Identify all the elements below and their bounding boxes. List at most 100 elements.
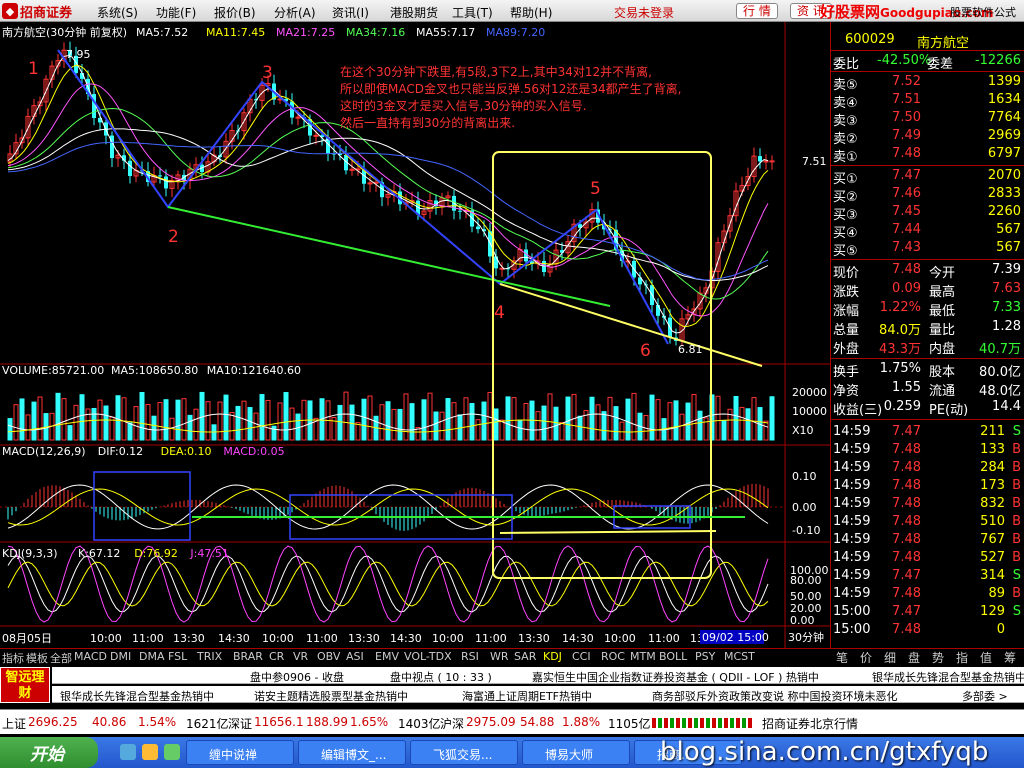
menu-hk-futures[interactable]: 港股期货 (390, 4, 438, 21)
tab-rsi[interactable]: RSI (461, 650, 479, 663)
side-tab-0[interactable]: 笔 (836, 649, 848, 666)
side-tab-1[interactable]: 价 (860, 649, 872, 666)
volume-bar (31, 401, 37, 441)
menu-system[interactable]: 系统(S) (97, 4, 138, 21)
tab-trix[interactable]: TRIX (197, 650, 222, 663)
news-ticker-2[interactable]: 银华成长先锋混合型基金热销中 诺安主题精选股票型基金热销中 海富通上证周期ETF热销… (52, 686, 1024, 703)
tab-mcst[interactable]: MCST (724, 650, 755, 663)
ad-box[interactable]: 智远理财 (0, 667, 50, 703)
macd-yellow-line (499, 530, 717, 534)
tab-全部[interactable]: 全部 (50, 650, 72, 666)
tab-dma[interactable]: DMA (139, 650, 165, 663)
tab-macd[interactable]: MACD (74, 650, 107, 663)
sell-price: 7.50 (892, 110, 921, 125)
tab-cci[interactable]: CCI (572, 650, 591, 663)
menu-help[interactable]: 帮助(H) (510, 4, 552, 21)
tab-cr[interactable]: CR (269, 650, 284, 663)
sell-label: 卖③ (833, 114, 858, 129)
task-2[interactable]: 编辑博文_... (298, 740, 406, 765)
side-tab-7[interactable]: 筹 (1004, 649, 1016, 666)
vol-header-0: VOLUME:85721.00 (2, 364, 104, 377)
tab-asi[interactable]: ASI (346, 650, 364, 663)
volume-bar (751, 397, 757, 441)
ticker-item[interactable]: 盘中参0906 - 收盘 (250, 669, 344, 683)
tab-vr[interactable]: VR (293, 650, 308, 663)
ticker-item[interactable]: 多部委 > (962, 688, 1008, 702)
tab-sar[interactable]: SAR (514, 650, 536, 663)
side-tab-3[interactable]: 盘 (908, 649, 920, 666)
side-tab-4[interactable]: 势 (932, 649, 944, 666)
time-label: 11:00 (475, 632, 507, 645)
tab-brar[interactable]: BRAR (233, 650, 263, 663)
tab-obv[interactable]: OBV (317, 650, 340, 663)
wave-number-3: 3 (262, 63, 273, 83)
side-tab-6[interactable]: 值 (980, 649, 992, 666)
ticker-item[interactable]: 嘉实恒生中国企业指数证券投资基金 ( QDII - LOF ) 热销中 (532, 669, 819, 683)
task-3[interactable]: 飞狐交易... (410, 740, 518, 765)
ticker-item[interactable]: 盘中视点 ( 10 : 33 ) (390, 669, 492, 683)
tab-emv[interactable]: EMV (375, 650, 399, 663)
task-1[interactable]: 缠中说禅 (186, 740, 294, 765)
tick-time: 15:00 (833, 604, 871, 619)
side-tab-5[interactable]: 指 (956, 649, 968, 666)
tab-kdj[interactable]: KDJ (543, 650, 562, 663)
menu-info[interactable]: 资讯(I) (332, 4, 369, 21)
buy-label: 买① (833, 172, 858, 187)
sz-amount: 1403亿 (398, 717, 441, 731)
volume-bar (655, 399, 661, 441)
buy-vol: 2833 (987, 186, 1021, 201)
ticker-item[interactable]: 银华成长先锋混合型基金热销中 (60, 688, 214, 702)
menu-bar: ◆ 招商证券 系统(S) 功能(F) 报价(B) 分析(A) 资讯(I) 港股期货… (0, 0, 1024, 22)
ticker-item[interactable]: 海富通上证周期ETF热销中 (462, 688, 592, 702)
tab-dmi[interactable]: DMI (110, 650, 131, 663)
kline-chart[interactable]: 南方航空(30分钟 前复权) MA5:7.52 MA11:7.45 MA21:7.2… (0, 22, 830, 648)
start-button[interactable]: 开始 (0, 737, 98, 768)
tab-mtm[interactable]: MTM (630, 650, 656, 663)
stock-title: 600029 南方航空 (831, 32, 1024, 51)
volume-bar (607, 396, 613, 441)
weicha-label: 委差 (927, 57, 954, 72)
tick-vol: 510 (980, 514, 1005, 529)
tab-vol-tdx[interactable]: VOL-TDX (404, 650, 452, 663)
tick-dir: S (1012, 424, 1021, 439)
divider (831, 71, 1024, 72)
stat-label-2: 股本 (929, 365, 956, 380)
quote-row: 现价 7.48 今开 7.39 (831, 262, 1024, 281)
ticker-item[interactable]: 商务部驳斥外资政策改变说 称中国投资环境未恶化 (652, 688, 898, 702)
ie-icon[interactable] (120, 744, 136, 760)
tab-指标[interactable]: 指标 (2, 650, 24, 666)
desktop-icon[interactable] (164, 744, 180, 760)
quote-button[interactable]: 行 情 (736, 3, 778, 19)
menu-analysis[interactable]: 分析(A) (274, 4, 316, 21)
tab-模板[interactable]: 模板 (26, 650, 48, 666)
menu-function[interactable]: 功能(F) (156, 4, 196, 21)
tick-price: 7.47 (892, 424, 921, 439)
volume-bar (493, 408, 499, 441)
volume-bars (7, 391, 775, 441)
kdj-header-0: KDJ(9,3,3) (2, 547, 58, 560)
ticker-item[interactable]: 诺安主题精选股票型基金热销中 (254, 688, 408, 702)
tab-wr[interactable]: WR (490, 650, 509, 663)
macd-header-2: DEA:0.10 (161, 445, 212, 458)
news-ticker-1[interactable]: 盘中参0906 - 收盘 盘中视点 ( 10 : 33 ) 嘉实恒生中国企业指数证券… (52, 667, 1024, 684)
menu-quote[interactable]: 报价(B) (214, 4, 256, 21)
tick-time: 14:59 (833, 442, 871, 457)
sz-change: 188.99 (306, 715, 348, 729)
volume-bar (535, 411, 541, 441)
tab-psy[interactable]: PSY (695, 650, 715, 663)
menu-tools[interactable]: 工具(T) (452, 4, 493, 21)
sh-pct: 1.54% (138, 715, 177, 729)
quote-label-2: 量比 (929, 323, 956, 338)
ticker-item[interactable]: 银华成长先锋混合型基金热销中 (872, 669, 1024, 683)
task-4[interactable]: 博易大师 (522, 740, 630, 765)
tick-price: 7.48 (892, 496, 921, 511)
tab-fsl[interactable]: FSL (168, 650, 187, 663)
side-tab-2[interactable]: 细 (884, 649, 896, 666)
tab-boll[interactable]: BOLL (659, 650, 687, 663)
tab-roc[interactable]: ROC (601, 650, 625, 663)
folder-icon[interactable] (142, 744, 158, 760)
tick-vol: 767 (980, 532, 1005, 547)
tick-vol: 832 (980, 496, 1005, 511)
volume-bar (397, 408, 403, 441)
volume-bar (619, 421, 625, 441)
